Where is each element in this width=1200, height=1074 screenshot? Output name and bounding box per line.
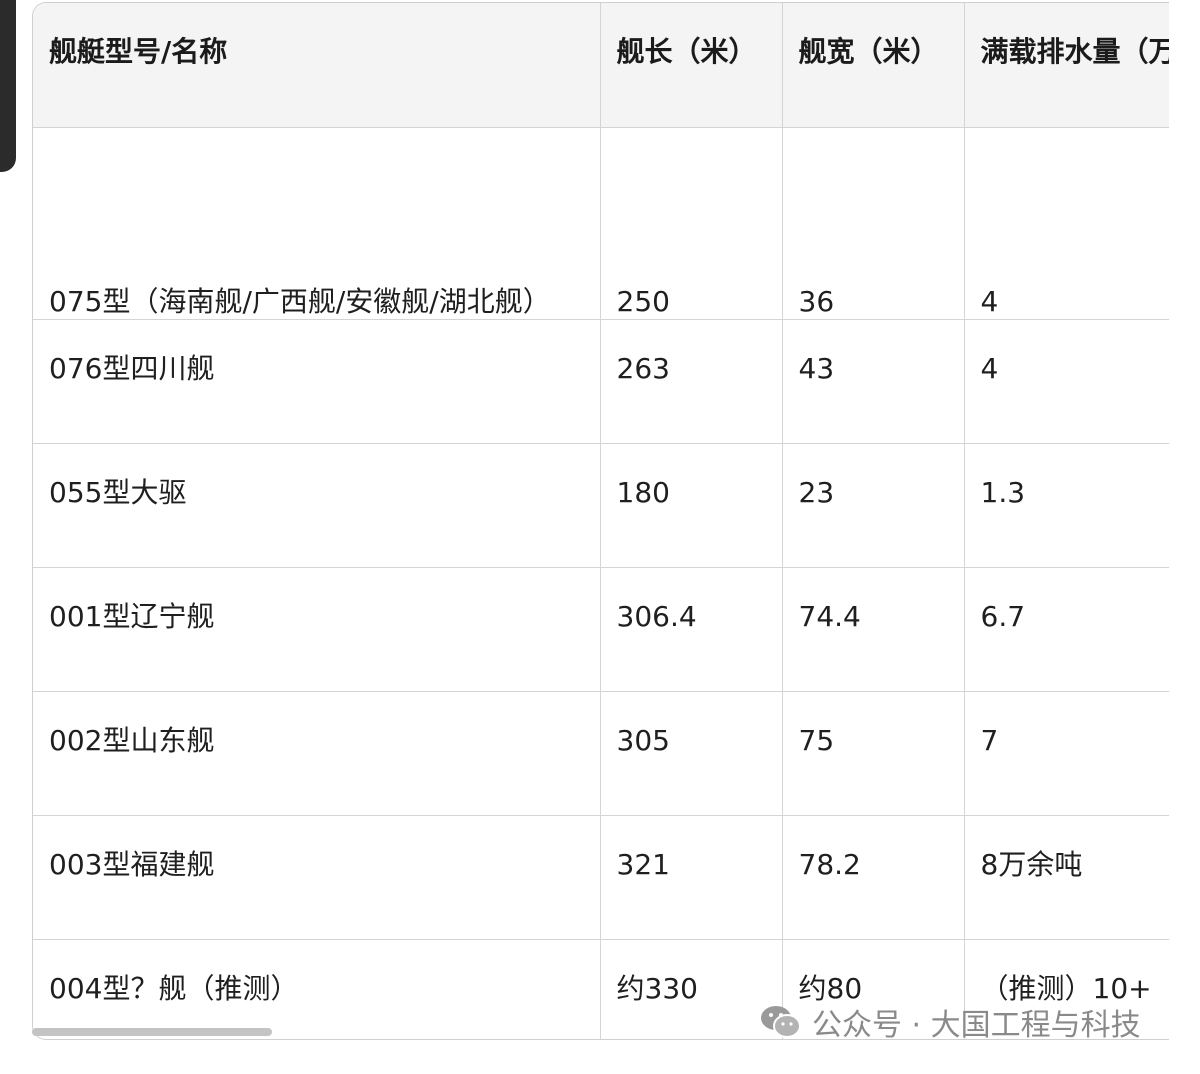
cell-beam: 36 [782, 127, 965, 320]
cell-displacement: 8万余吨 [964, 815, 1169, 940]
header-beam: 舰宽（米） [782, 3, 965, 128]
cell-length: 250 [600, 127, 783, 320]
cell-length: 约330 [600, 939, 783, 1039]
table-header-row: 舰艇型号/名称 舰长（米） 舰宽（米） 满载排水量（万 [33, 3, 1169, 128]
table-row: 003型福建舰 321 78.2 8万余吨 [33, 815, 1169, 940]
header-length: 舰长（米） [600, 3, 783, 128]
cell-model: 004型？舰（推测） [33, 939, 601, 1039]
data-table-container[interactable]: 舰艇型号/名称 舰长（米） 舰宽（米） 满载排水量（万 075型（海南舰/广西舰… [32, 2, 1169, 1040]
cell-model: 055型大驱 [33, 443, 601, 568]
window-edge [0, 0, 16, 172]
table-row: 002型山东舰 305 75 7 [33, 691, 1169, 816]
cell-model: 003型福建舰 [33, 815, 601, 940]
header-displacement: 满载排水量（万 [964, 3, 1169, 128]
cell-displacement: 6.7 [964, 567, 1169, 692]
watermark-text: 公众号 · 大国工程与科技 [812, 1008, 1141, 1043]
ship-comparison-table: 舰艇型号/名称 舰长（米） 舰宽（米） 满载排水量（万 075型（海南舰/广西舰… [33, 3, 1169, 1039]
cell-length: 321 [600, 815, 783, 940]
cell-length: 180 [600, 443, 783, 568]
cell-displacement: 4 [964, 319, 1169, 444]
horizontal-scrollbar[interactable] [32, 1028, 272, 1036]
watermark: 公众号 · 大国工程与科技 [760, 1000, 1141, 1044]
cell-displacement: 7 [964, 691, 1169, 816]
cell-displacement: 1.3 [964, 443, 1169, 568]
table-row: 055型大驱 180 23 1.3 [33, 443, 1169, 568]
cell-model: 001型辽宁舰 [33, 567, 601, 692]
header-model: 舰艇型号/名称 [33, 3, 601, 128]
wechat-icon [761, 1006, 801, 1038]
cell-beam: 23 [782, 443, 965, 568]
table-row: 075型（海南舰/广西舰/安徽舰/湖北舰） 250 36 4 [33, 127, 1169, 320]
cell-model: 002型山东舰 [33, 691, 601, 816]
table-row: 001型辽宁舰 306.4 74.4 6.7 [33, 567, 1169, 692]
cell-model: 075型（海南舰/广西舰/安徽舰/湖北舰） [33, 127, 601, 320]
cell-beam: 78.2 [782, 815, 965, 940]
cell-beam: 43 [782, 319, 965, 444]
cell-length: 263 [600, 319, 783, 444]
cell-model: 076型四川舰 [33, 319, 601, 444]
cell-beam: 75 [782, 691, 965, 816]
cell-length: 306.4 [600, 567, 783, 692]
cell-beam: 74.4 [782, 567, 965, 692]
cell-displacement: 4 [964, 127, 1169, 320]
cell-length: 305 [600, 691, 783, 816]
table-row: 076型四川舰 263 43 4 [33, 319, 1169, 444]
